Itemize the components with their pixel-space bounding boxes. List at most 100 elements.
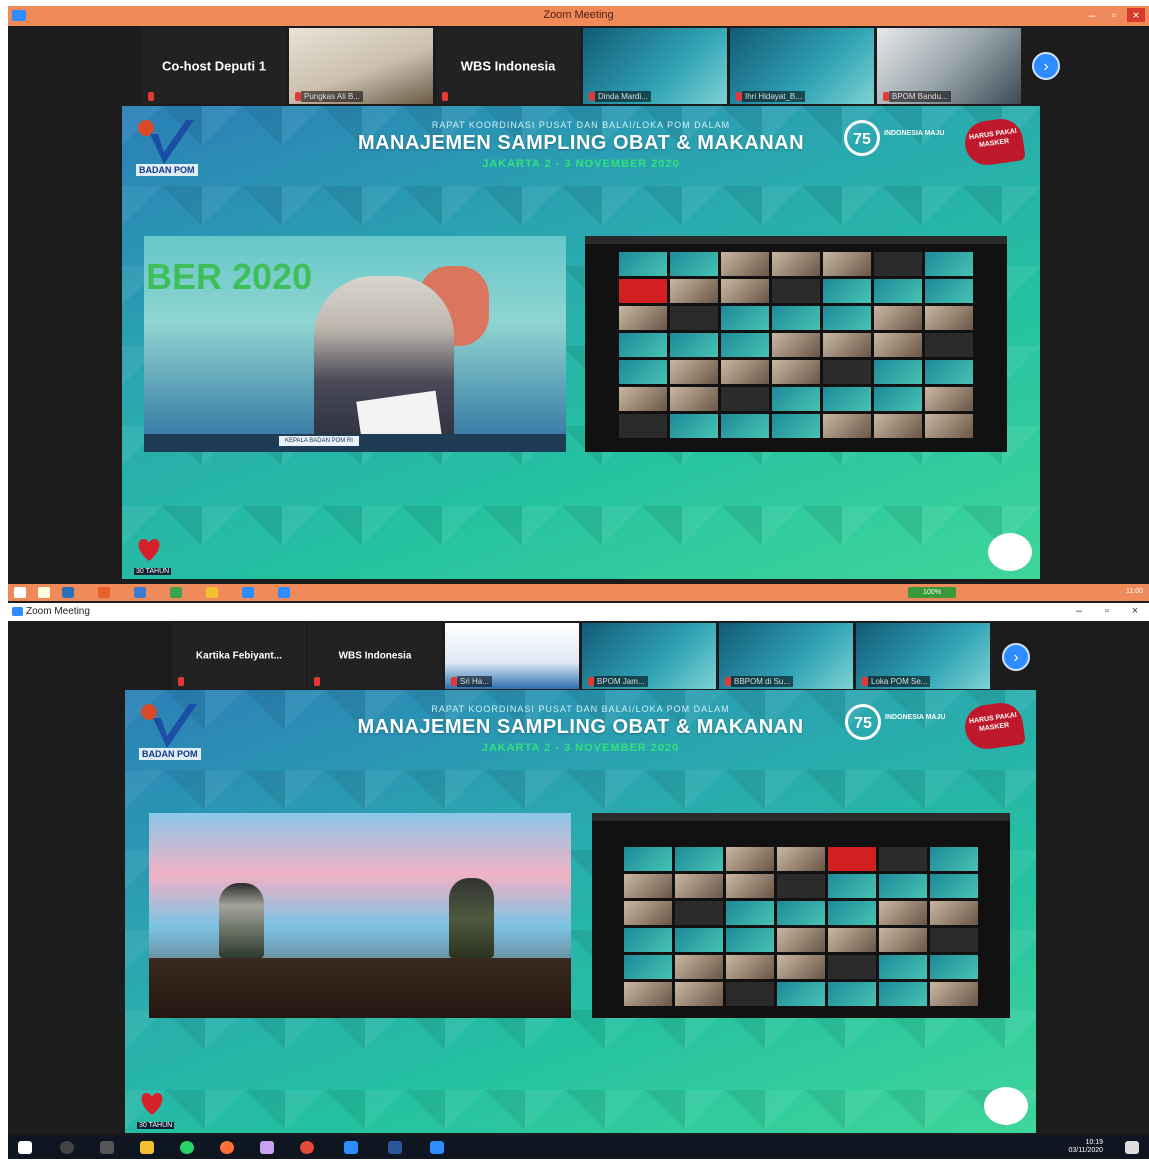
start-icon[interactable] — [14, 587, 26, 598]
event-logo-label: 30 TAHUN — [137, 1122, 175, 1129]
zoom-taskbar-icon[interactable] — [430, 1141, 444, 1154]
taskbar: 100% 11:00 — [8, 584, 1149, 601]
gallery-thumbnail — [726, 928, 774, 952]
gallery-thumbnail — [828, 982, 876, 1006]
gallery-thumbnail — [879, 901, 927, 925]
gallery-thumbnail — [930, 847, 978, 871]
gallery-thumbnail — [726, 982, 774, 1006]
participant-tile[interactable]: WBS Indonesia — [308, 623, 442, 689]
explorer-icon[interactable] — [62, 587, 74, 598]
shared-screen: BADAN POM RAPAT KOORDINASI PUSAT DAN BAL… — [125, 690, 1036, 1133]
speaker-caption: KEPALA BADAN POM RI — [279, 436, 359, 446]
next-participants-button[interactable]: › — [1032, 52, 1060, 80]
zoom-window-screenshot-2: Zoom Meeting – ▫ × Kartika Febiyant... W… — [8, 603, 1149, 1159]
zoom-taskbar-icon[interactable] — [242, 587, 254, 598]
heart-logo-icon — [141, 1093, 163, 1115]
participant-video-tile[interactable]: Ihri Hidayat_B... — [730, 28, 874, 104]
participant-video-tile[interactable]: BPOM Jam... — [582, 623, 716, 689]
minimize-button[interactable]: – — [1071, 605, 1087, 617]
anniversary-75-badge: 75 — [845, 704, 881, 740]
gallery-thumbnail — [874, 279, 922, 303]
shared-screen: BADAN POM RAPAT KOORDINASI PUSAT DAN BAL… — [122, 106, 1040, 579]
app-icon[interactable] — [170, 587, 182, 598]
search-icon[interactable] — [38, 587, 50, 598]
participant-name: Kartika Febiyant... — [195, 650, 283, 662]
gallery-thumbnail — [828, 928, 876, 952]
gallery-thumbnail — [619, 306, 667, 330]
minimize-button[interactable]: – — [1083, 8, 1101, 22]
gallery-thumbnail — [624, 901, 672, 925]
gallery-thumbnail — [619, 360, 667, 384]
gallery-thumbnail — [828, 874, 876, 898]
search-icon[interactable] — [60, 1141, 74, 1154]
firefox-icon[interactable] — [220, 1141, 234, 1154]
muted-mic-icon — [148, 92, 154, 101]
speaker-person — [219, 883, 264, 958]
gallery-thumbnail — [624, 874, 672, 898]
muted-mic-icon — [725, 677, 731, 686]
gallery-thumbnail — [777, 928, 825, 952]
participant-tile[interactable]: WBS Indonesia — [436, 28, 580, 104]
event-logo: 30 TAHUN — [137, 1089, 185, 1129]
event-logo: 30 TAHUN — [134, 535, 182, 575]
participant-video-tile[interactable]: Loka POM Se... — [856, 623, 990, 689]
heart-logo-icon — [138, 539, 160, 561]
next-participants-button[interactable]: › — [1002, 643, 1030, 671]
gallery-toolbar — [585, 236, 1007, 244]
gallery-thumbnail — [823, 252, 871, 276]
gallery-thumbnail — [721, 306, 769, 330]
gallery-thumbnail — [670, 252, 718, 276]
app-icon[interactable] — [206, 587, 218, 598]
participant-tile[interactable]: Kartika Febiyant... — [172, 623, 306, 689]
zoom-taskbar-icon[interactable] — [278, 587, 290, 598]
tray-clock[interactable]: 11:00 — [1126, 588, 1143, 596]
chevron-right-icon: › — [1043, 58, 1049, 75]
gallery-thumbnail — [828, 901, 876, 925]
muted-mic-icon — [451, 677, 457, 686]
zoom-app-icon — [12, 607, 23, 616]
gallery-thumbnail — [721, 414, 769, 438]
helpline-logo — [988, 533, 1032, 571]
taskbar: 10:19 03/11/2020 — [8, 1135, 1149, 1159]
chrome-icon[interactable] — [300, 1141, 314, 1154]
participant-tile[interactable]: Co-host Deputi 1 — [142, 28, 286, 104]
participant-video-tile[interactable]: Dinda Mardi... — [583, 28, 727, 104]
tray-date: 03/11/2020 — [1068, 1147, 1103, 1154]
gallery-thumbnail — [619, 333, 667, 357]
participant-video-tile[interactable]: Pungkas Ali B... — [289, 28, 433, 104]
gallery-thumbnail — [925, 306, 973, 330]
zoom-taskbar-icon[interactable] — [344, 1141, 358, 1154]
slide-subtitle: RAPAT KOORDINASI PUSAT DAN BALAI/LOKA PO… — [431, 120, 731, 130]
photos-icon[interactable] — [260, 1141, 274, 1154]
participant-name: Ihri Hidayat_B... — [742, 91, 805, 102]
participant-video-tile[interactable]: Sri Ha... — [445, 623, 579, 689]
participant-video-tile[interactable]: BBPOM di Su... — [719, 623, 853, 689]
muted-mic-icon — [862, 677, 868, 686]
battery-indicator[interactable]: 100% — [908, 587, 956, 598]
maximize-button[interactable]: ▫ — [1099, 605, 1115, 617]
maximize-button[interactable]: ▫ — [1105, 8, 1123, 22]
word-icon[interactable] — [388, 1141, 402, 1154]
close-button[interactable]: × — [1127, 605, 1143, 617]
gallery-thumbnail — [619, 387, 667, 411]
task-view-icon[interactable] — [100, 1141, 114, 1154]
gallery-thumbnail — [670, 306, 718, 330]
window-title: Zoom Meeting — [543, 9, 614, 21]
gallery-thumbnail — [777, 874, 825, 898]
explorer-icon[interactable] — [140, 1141, 154, 1154]
notification-icon[interactable] — [1125, 1141, 1139, 1154]
close-button[interactable]: × — [1127, 8, 1145, 22]
browser-icon[interactable] — [98, 587, 110, 598]
whatsapp-icon[interactable] — [180, 1141, 194, 1154]
app-icon[interactable] — [134, 587, 146, 598]
gallery-thumbnail — [624, 847, 672, 871]
start-icon[interactable] — [18, 1141, 32, 1154]
gallery-thumbnail — [925, 414, 973, 438]
gallery-thumbnail — [624, 982, 672, 1006]
participant-video-tile[interactable]: BPOM Bandu... — [877, 28, 1021, 104]
gallery-thumbnail — [772, 306, 820, 330]
tray-clock[interactable]: 10:19 03/11/2020 — [1068, 1139, 1103, 1155]
gallery-thumbnail — [930, 901, 978, 925]
gallery-thumbnail — [930, 928, 978, 952]
gallery-thumbnail — [675, 982, 723, 1006]
